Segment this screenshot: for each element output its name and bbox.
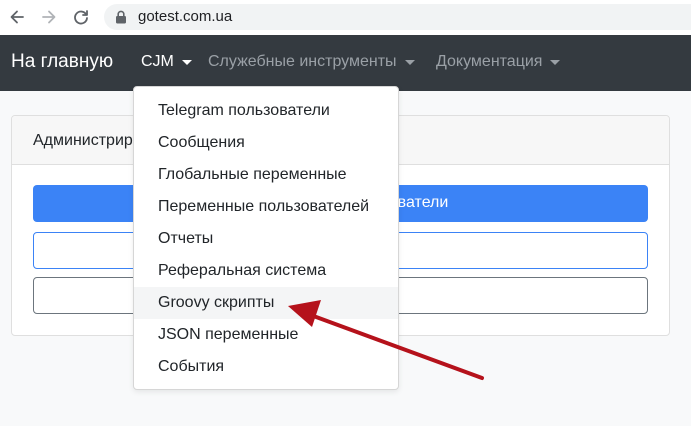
annotation-arrow-icon — [288, 300, 484, 380]
